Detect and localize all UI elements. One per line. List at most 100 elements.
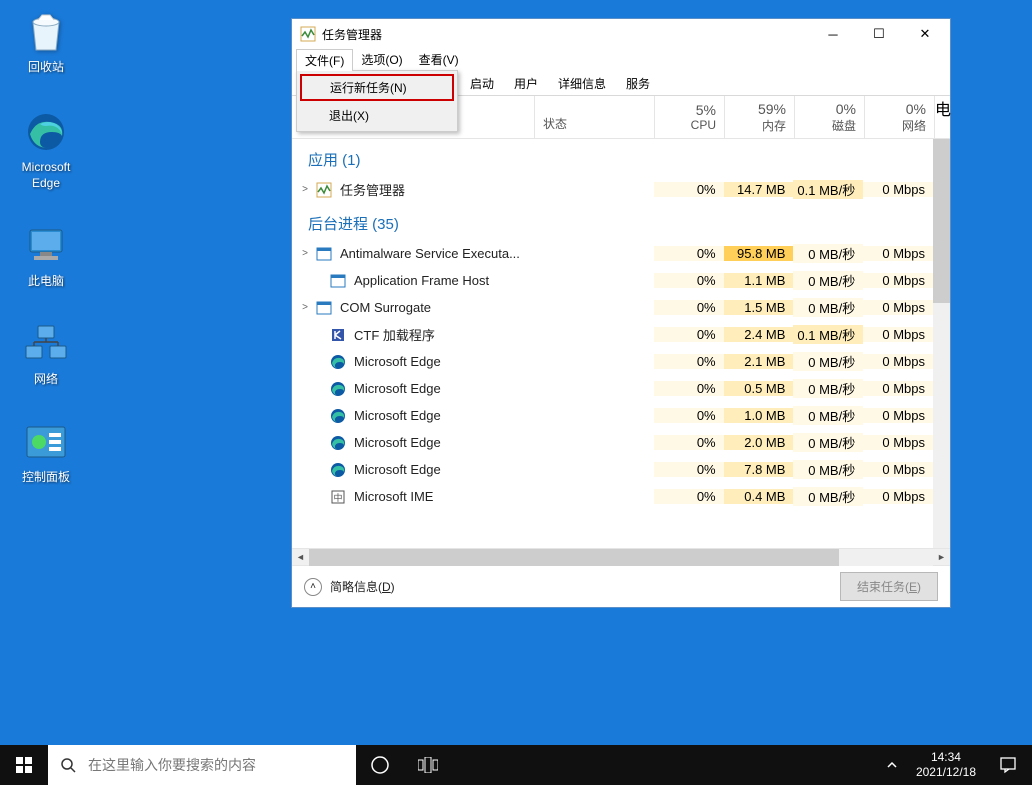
tab-services[interactable]: 服务 (616, 71, 660, 95)
system-icon (316, 246, 332, 262)
memory-value: 1.1 MB (724, 273, 794, 288)
col-power[interactable]: 电 (935, 96, 949, 138)
taskmgr-icon (300, 26, 316, 42)
desktop-icon-network[interactable]: 网络 (8, 320, 84, 388)
edge-icon (22, 108, 70, 156)
close-button[interactable]: ✕ (902, 19, 948, 49)
process-row[interactable]: >COM Surrogate0%1.5 MB0 MB/秒0 Mbps (292, 294, 933, 321)
system-icon (330, 273, 346, 289)
memory-value: 1.0 MB (724, 408, 794, 423)
window-title: 任务管理器 (322, 26, 810, 43)
process-name: Microsoft Edge (354, 354, 441, 369)
menu-options[interactable]: 选项(O) (353, 49, 410, 71)
disk-value: 0.1 MB/秒 (793, 325, 863, 344)
clock[interactable]: 14:34 2021/12/18 (908, 750, 984, 780)
desktop-icon-control-panel[interactable]: 控制面板 (8, 418, 84, 486)
cortana-button[interactable] (356, 745, 404, 785)
network-value: 0 Mbps (863, 489, 933, 504)
expand-arrow-icon[interactable]: > (298, 184, 312, 195)
chevron-up-icon: ˄ (304, 578, 322, 596)
action-center-button[interactable] (984, 745, 1032, 785)
process-row[interactable]: >Antimalware Service Executa...0%95.8 MB… (292, 240, 933, 267)
ctf-icon (330, 327, 346, 343)
scrollbar-thumb[interactable] (933, 139, 950, 303)
fewer-details-link[interactable]: ˄ 简略信息(D) (304, 578, 395, 596)
col-cpu[interactable]: 5% CPU (655, 96, 725, 138)
vertical-scrollbar[interactable] (933, 139, 950, 548)
memory-value: 2.0 MB (724, 435, 794, 450)
process-row[interactable]: Microsoft Edge0%1.0 MB0 MB/秒0 Mbps (292, 402, 933, 429)
tab-users[interactable]: 用户 (504, 71, 548, 95)
network-value: 0 Mbps (863, 273, 933, 288)
memory-value: 1.5 MB (724, 300, 794, 315)
network-value: 0 Mbps (863, 462, 933, 477)
menu-view[interactable]: 查看(V) (411, 49, 467, 71)
menu-run-new-task[interactable]: 运行新任务(N) (300, 74, 454, 101)
desktop-icon-edge[interactable]: Microsoft Edge (8, 108, 84, 191)
process-row[interactable]: 中Microsoft IME0%0.4 MB0 MB/秒0 Mbps (292, 483, 933, 510)
network-value: 0 Mbps (863, 182, 933, 197)
taskmgr-icon (316, 182, 332, 198)
file-dropdown: 运行新任务(N) 退出(X) (296, 70, 458, 132)
network-value: 0 Mbps (863, 408, 933, 423)
menu-exit[interactable]: 退出(X) (299, 102, 455, 129)
group-apps: 应用 (1) (292, 139, 933, 176)
disk-value: 0 MB/秒 (793, 460, 863, 479)
group-background: 后台进程 (35) (292, 203, 933, 240)
search-placeholder: 在这里输入你要搜索的内容 (88, 755, 256, 775)
col-disk[interactable]: 0% 磁盘 (795, 96, 865, 138)
network-value: 0 Mbps (863, 435, 933, 450)
task-view-icon (418, 757, 438, 773)
expand-arrow-icon[interactable]: > (298, 302, 312, 313)
taskbar: 在这里输入你要搜索的内容 14:34 2021/12/18 (0, 745, 1032, 785)
process-row[interactable]: CTF 加载程序0%2.4 MB0.1 MB/秒0 Mbps (292, 321, 933, 348)
minimize-button[interactable]: ─ (810, 19, 856, 49)
task-manager-window: 任务管理器 ─ ☐ ✕ 文件(F) 选项(O) 查看(V) 运行新任务(N) 退… (291, 18, 951, 608)
process-row[interactable]: >任务管理器0%14.7 MB0.1 MB/秒0 Mbps (292, 176, 933, 203)
cpu-value: 0% (654, 354, 724, 369)
process-name: Antimalware Service Executa... (340, 246, 520, 261)
memory-value: 14.7 MB (724, 182, 794, 197)
cpu-value: 0% (654, 182, 724, 197)
process-row[interactable]: Microsoft Edge0%0.5 MB0 MB/秒0 Mbps (292, 375, 933, 402)
tab-startup[interactable]: 启动 (460, 71, 504, 95)
network-value: 0 Mbps (863, 381, 933, 396)
svg-text:中: 中 (333, 492, 342, 503)
scroll-left-button[interactable]: ◄ (292, 549, 309, 566)
col-memory[interactable]: 59% 内存 (725, 96, 795, 138)
scroll-right-button[interactable]: ► (933, 549, 950, 566)
col-network[interactable]: 0% 网络 (865, 96, 935, 138)
search-box[interactable]: 在这里输入你要搜索的内容 (48, 745, 356, 785)
cpu-value: 0% (654, 246, 724, 261)
memory-value: 2.4 MB (724, 327, 794, 342)
task-view-button[interactable] (404, 745, 452, 785)
tab-details[interactable]: 详细信息 (548, 71, 616, 95)
horizontal-scrollbar[interactable]: ◄ ► (292, 548, 950, 565)
control-panel-icon (22, 418, 70, 466)
maximize-button[interactable]: ☐ (856, 19, 902, 49)
desktop-icon-this-pc[interactable]: 此电脑 (8, 222, 84, 290)
menu-file[interactable]: 文件(F) (296, 49, 353, 71)
memory-value: 0.4 MB (724, 489, 794, 504)
expand-arrow-icon[interactable]: > (298, 248, 312, 259)
process-row[interactable]: Application Frame Host0%1.1 MB0 MB/秒0 Mb… (292, 267, 933, 294)
hscrollbar-thumb[interactable] (309, 549, 839, 566)
col-status[interactable]: 状态 (535, 96, 655, 138)
process-name: COM Surrogate (340, 300, 431, 315)
process-row[interactable]: Microsoft Edge0%2.0 MB0 MB/秒0 Mbps (292, 429, 933, 456)
network-value: 0 Mbps (863, 246, 933, 261)
process-row[interactable]: Microsoft Edge0%2.1 MB0 MB/秒0 Mbps (292, 348, 933, 375)
disk-value: 0 MB/秒 (793, 487, 863, 506)
process-name: Application Frame Host (354, 273, 489, 288)
desktop-icon-recycle-bin[interactable]: 回收站 (8, 8, 84, 76)
process-name: Microsoft Edge (354, 408, 441, 423)
process-row[interactable]: Microsoft Edge0%7.8 MB0 MB/秒0 Mbps (292, 456, 933, 483)
start-button[interactable] (0, 745, 48, 785)
disk-value: 0 MB/秒 (793, 298, 863, 317)
desktop-icon-label: 控制面板 (22, 470, 70, 486)
end-task-button[interactable]: 结束任务(E) (840, 572, 938, 601)
titlebar[interactable]: 任务管理器 ─ ☐ ✕ (292, 19, 950, 49)
disk-value: 0 MB/秒 (793, 433, 863, 452)
process-name: 任务管理器 (340, 180, 405, 199)
tray-overflow[interactable] (876, 745, 908, 785)
